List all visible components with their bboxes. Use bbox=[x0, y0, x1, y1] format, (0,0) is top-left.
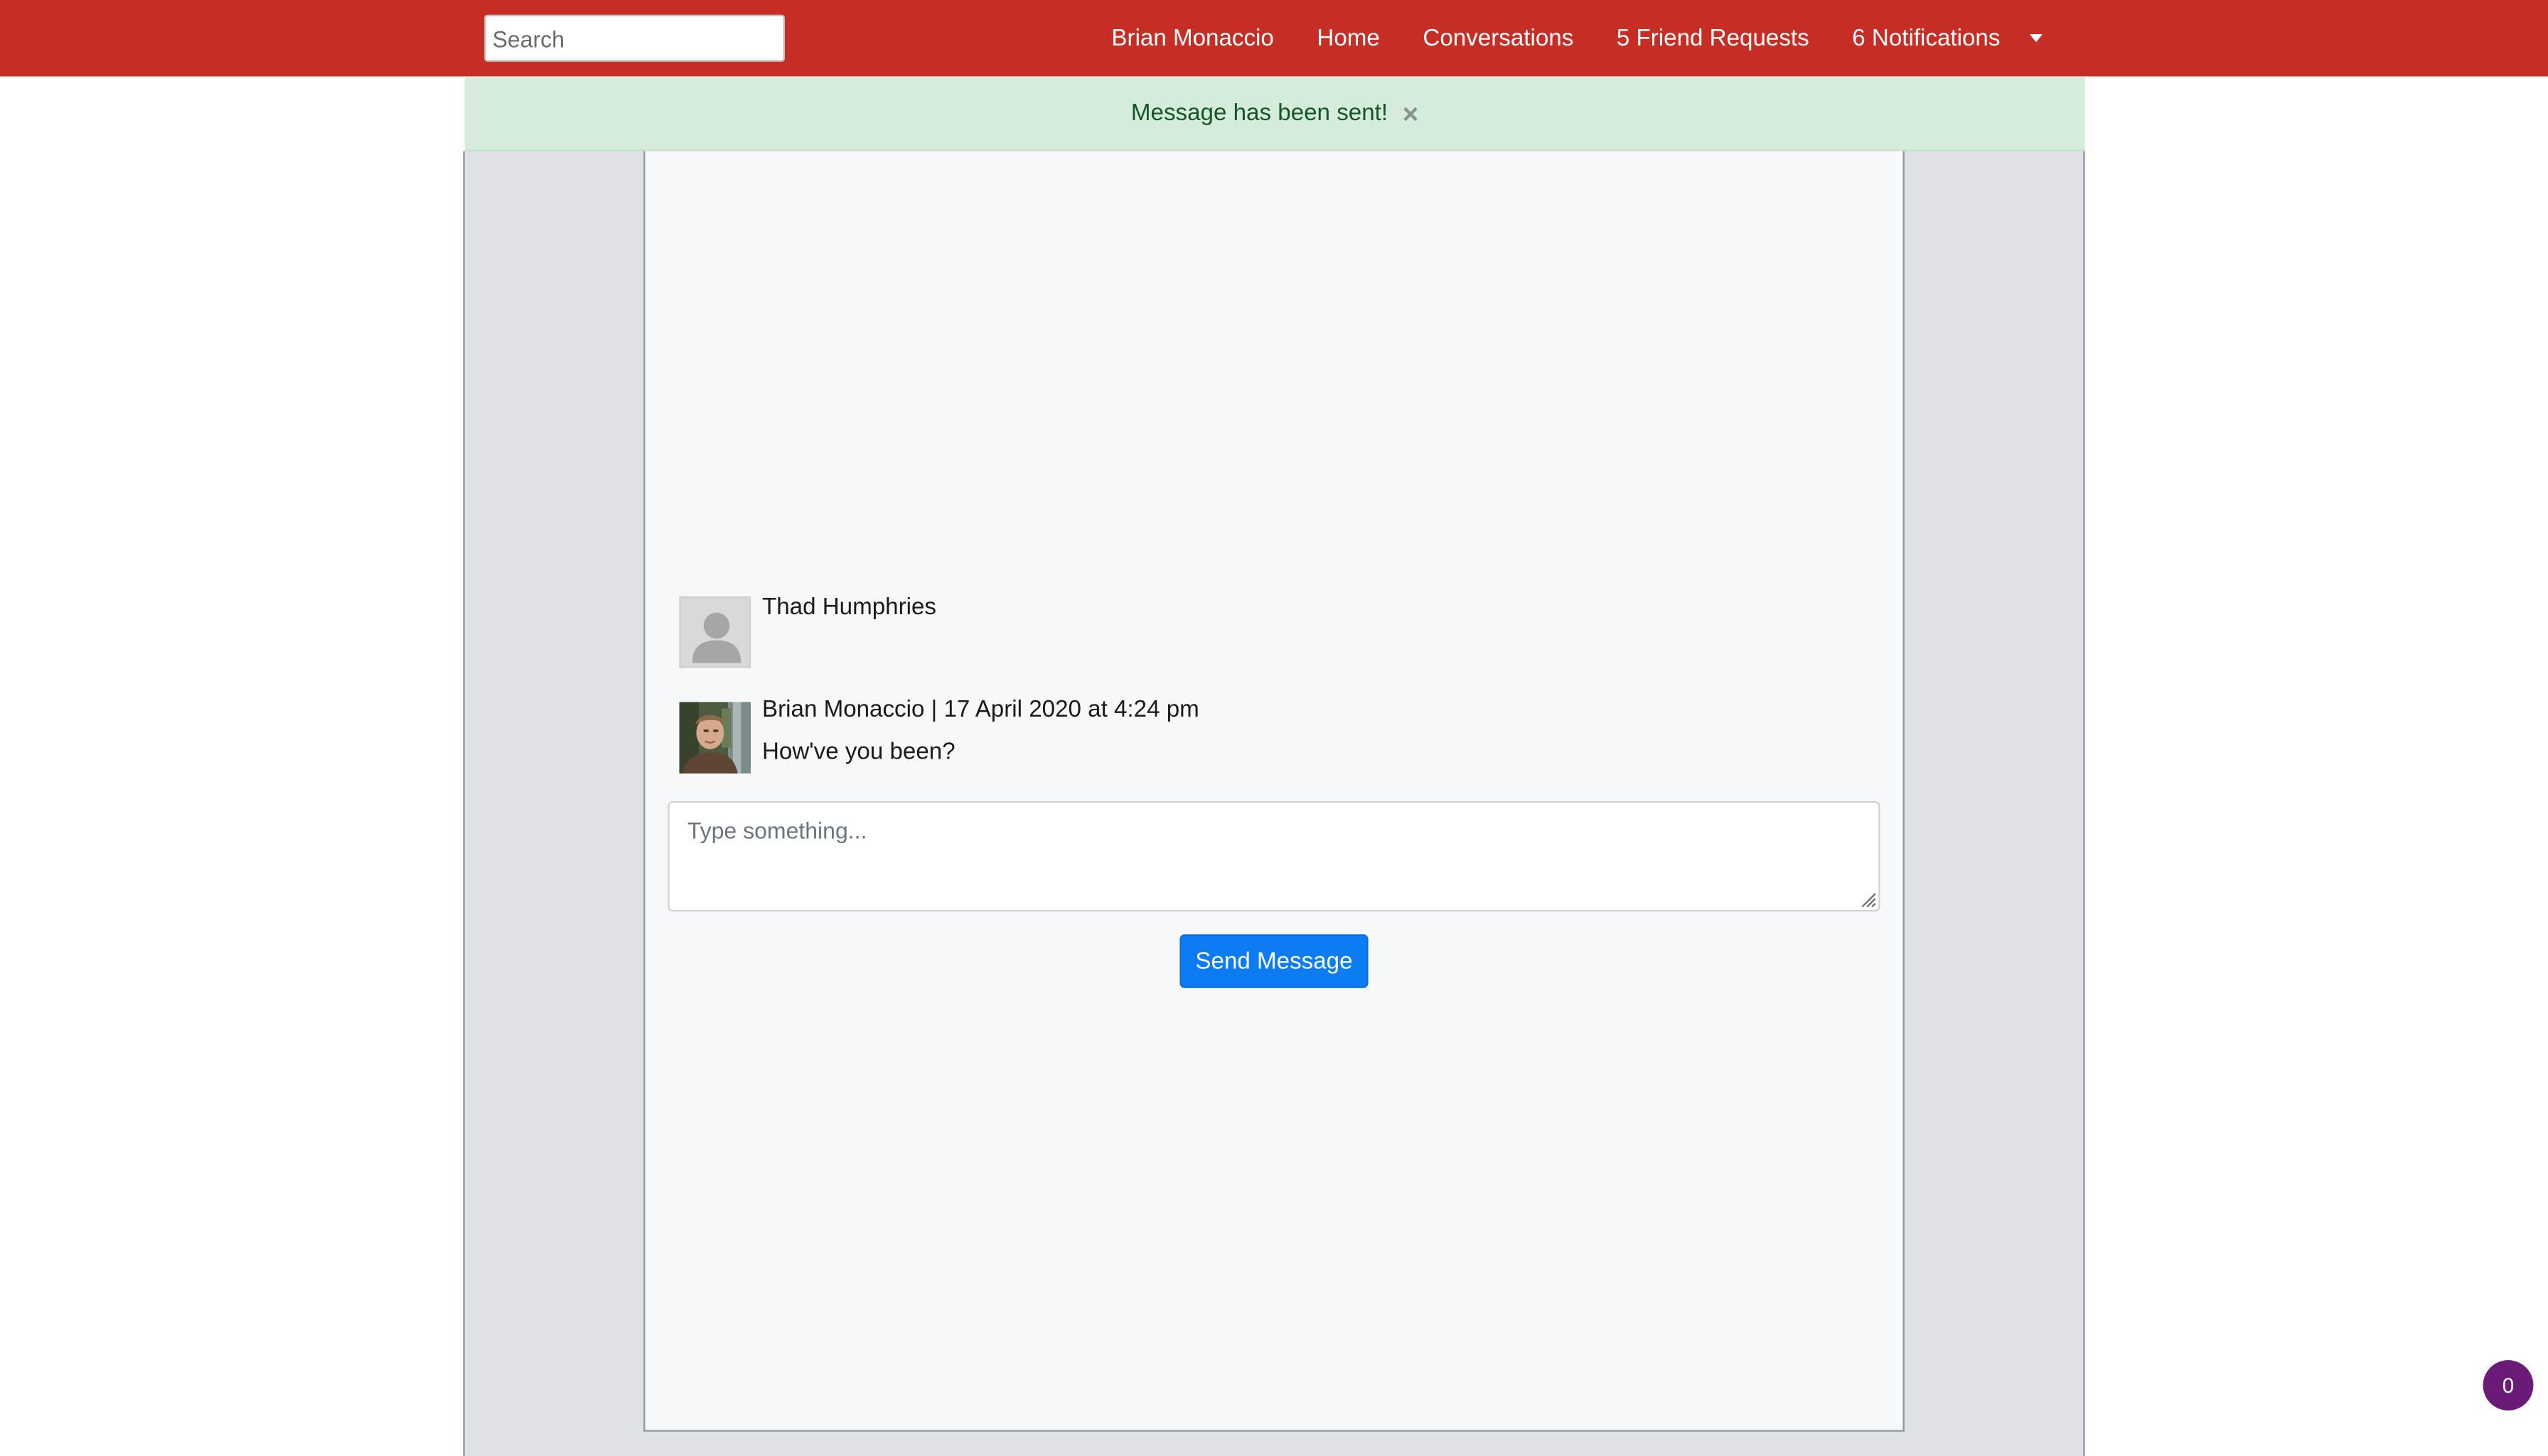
send-message-button[interactable]: Send Message bbox=[1179, 934, 1369, 988]
nav-link-profile[interactable]: Brian Monaccio bbox=[1111, 25, 1273, 51]
message-body: How've you been? bbox=[762, 739, 956, 766]
caret-down-icon[interactable] bbox=[2029, 34, 2043, 43]
close-icon[interactable]: × bbox=[1403, 101, 1419, 129]
search-input[interactable] bbox=[484, 14, 785, 62]
resize-grip-icon[interactable] bbox=[1859, 891, 1877, 909]
nav-link-conversations[interactable]: Conversations bbox=[1423, 25, 1573, 51]
default-user-avatar bbox=[679, 596, 751, 668]
user-photo-icon bbox=[679, 702, 751, 774]
nav-link-friend-requests[interactable]: 5 Friend Requests bbox=[1617, 25, 1809, 51]
alert-message: Message has been sent! bbox=[1130, 100, 1388, 127]
message-compose-field[interactable] bbox=[668, 801, 1880, 912]
page-root: Brian Monaccio Home Conversations 5 Frie… bbox=[0, 0, 2548, 1456]
conversation-participant-name: Thad Humphries bbox=[762, 594, 936, 621]
nav-link-notifications[interactable]: 6 Notifications bbox=[1852, 25, 2000, 51]
person-silhouette-icon bbox=[680, 598, 749, 667]
floating-counter-badge[interactable]: 0 bbox=[2483, 1360, 2534, 1411]
top-navbar: Brian Monaccio Home Conversations 5 Frie… bbox=[0, 0, 2548, 77]
nav-links: Brian Monaccio Home Conversations 5 Frie… bbox=[1111, 0, 2043, 76]
success-alert: Message has been sent! × bbox=[464, 76, 2085, 151]
conversation-panel bbox=[643, 151, 1905, 1432]
user-photo-avatar bbox=[679, 702, 751, 774]
message-meta: Brian Monaccio | 17 April 2020 at 4:24 p… bbox=[762, 697, 1199, 724]
nav-link-home[interactable]: Home bbox=[1317, 25, 1379, 51]
